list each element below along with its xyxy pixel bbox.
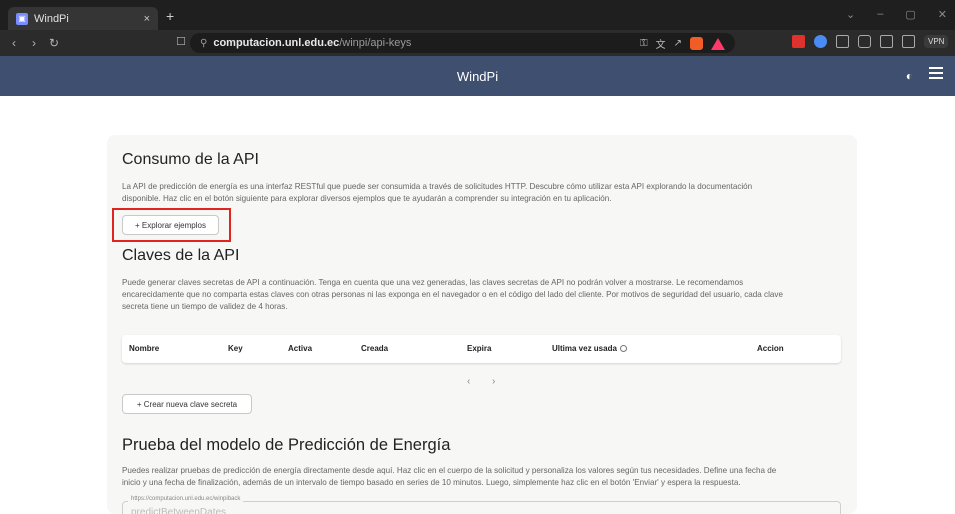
new-tab-button[interactable]: + [166, 8, 174, 24]
column-activa[interactable]: Activa [288, 344, 312, 353]
endpoint-label: https://computacion.unl.edu.ec/winpiback [128, 496, 244, 502]
window-controls: ⌄ – ▢ ✕ [846, 8, 947, 21]
brave-rewards-icon[interactable] [711, 37, 725, 50]
chevron-down-icon[interactable]: ⌄ [846, 8, 855, 21]
highlight-box [112, 208, 231, 242]
url-path: /winpi/api-keys [339, 37, 412, 49]
claves-line-1: Puede generar claves secretas de API a c… [122, 278, 744, 287]
consumo-title: Consumo de la API [122, 151, 259, 168]
browser-tab[interactable]: ▣ WindPi × [8, 7, 158, 30]
extensions-icon[interactable] [858, 35, 871, 48]
prueba-line-2: inicio y una fecha de finalización, adem… [122, 478, 741, 487]
address-bar-actions: ⚿ 文 ↗ [640, 36, 725, 51]
theme-toggle-icon[interactable]: ◐ [906, 69, 913, 83]
reload-icon[interactable]: ↻ [44, 36, 64, 50]
brave-shields-icon[interactable] [690, 37, 703, 50]
address-bar[interactable]: ⚲ computacion.unl.edu.ec /winpi/api-keys… [190, 33, 735, 53]
crear-clave-button[interactable]: + Crear nueva clave secreta [122, 394, 252, 414]
endpoint-field[interactable] [122, 501, 841, 514]
info-icon[interactable] [619, 345, 627, 352]
prueba-title: Prueba del modelo de Predicción de Energ… [122, 436, 451, 454]
pager-prev-icon[interactable]: ‹ [467, 376, 470, 387]
extensions-area: VPN [792, 35, 949, 48]
bookmark-icon[interactable]: ☐ [176, 35, 186, 48]
column-nombre[interactable]: Nombre [129, 344, 159, 353]
sidebar-icon[interactable] [880, 35, 893, 48]
claves-line-2: encarecidamente que no comparta estas cl… [122, 290, 783, 299]
windpi-favicon-icon: ▣ [16, 12, 28, 25]
consumo-line-2: disponible. Haz clic en el botón siguien… [122, 194, 612, 203]
key-icon[interactable]: ⚿ [640, 38, 648, 49]
column-accion[interactable]: Accion [757, 344, 784, 353]
consumo-line-1: La API de predicción de energía es una i… [122, 182, 753, 191]
maximize-icon[interactable]: ▢ [905, 8, 915, 21]
close-tab-icon[interactable]: × [144, 13, 150, 25]
extension-square-icon[interactable] [836, 35, 849, 48]
column-ultima-vez-usada[interactable]: Ultima vez usada [552, 344, 627, 353]
column-creada[interactable]: Creada [361, 344, 388, 353]
api-keys-table-header: Nombre Key Activa Creada Expira Ultima v… [122, 335, 841, 363]
site-settings-icon[interactable]: ⚲ [200, 38, 207, 49]
browser-tabbar: ▣ WindPi × + ⌄ – ▢ ✕ [0, 0, 955, 30]
wallet-icon[interactable] [902, 35, 915, 48]
endpoint-value: predictBetweenDates [131, 507, 227, 514]
extension-red-icon[interactable] [792, 35, 805, 48]
translate-icon[interactable]: 文 [656, 36, 666, 51]
vpn-button[interactable]: VPN [924, 35, 949, 48]
claves-line-3: secreta tiene un tiempo de validez de 4 … [122, 302, 288, 311]
column-expira[interactable]: Expira [467, 344, 491, 353]
share-icon[interactable]: ↗ [674, 38, 682, 49]
tab-title: WindPi [34, 12, 69, 25]
back-icon[interactable]: ‹ [4, 36, 24, 50]
app-header: WindPi ◐ [0, 56, 955, 96]
claves-title: Claves de la API [122, 247, 240, 264]
column-key[interactable]: Key [228, 344, 243, 353]
extension-blue-icon[interactable] [814, 35, 827, 48]
hamburger-menu-icon[interactable] [929, 67, 943, 82]
url-host: computacion.unl.edu.ec [213, 37, 340, 49]
pager-next-icon[interactable]: › [492, 376, 495, 387]
close-window-icon[interactable]: ✕ [938, 8, 947, 21]
column-ultima-vez-usada-label: Ultima vez usada [552, 344, 617, 353]
app-title: WindPi [456, 68, 499, 84]
prueba-line-1: Puedes realizar pruebas de predicción de… [122, 466, 777, 475]
forward-icon[interactable]: › [24, 36, 44, 50]
minimize-icon[interactable]: – [877, 8, 883, 21]
